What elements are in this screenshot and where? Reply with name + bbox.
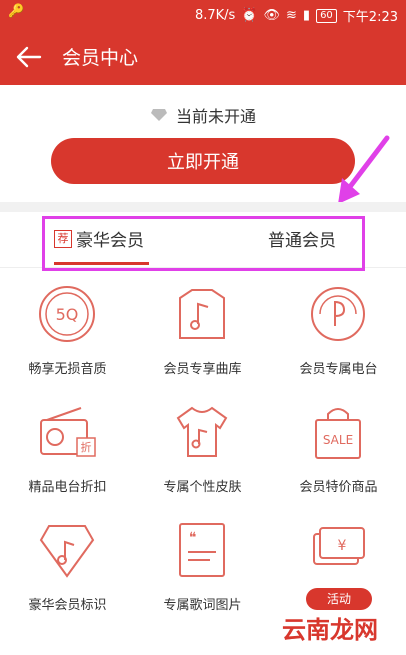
svg-text:SALE: SALE bbox=[323, 433, 353, 447]
benefit-exclusive-skin[interactable]: 专属个性皮肤 bbox=[135, 398, 270, 516]
svg-text:5Q: 5Q bbox=[56, 305, 79, 324]
watermark-text: 云南龙网 bbox=[282, 616, 378, 644]
annotation-arrow bbox=[338, 135, 390, 204]
activity-badge[interactable]: 活动 bbox=[306, 588, 372, 610]
section-divider bbox=[0, 202, 406, 212]
battery-level: 60 bbox=[316, 8, 337, 23]
svg-text:折: 折 bbox=[81, 440, 92, 454]
tab-normal-member[interactable]: 普通会员 bbox=[268, 226, 336, 251]
benefit-special-goods[interactable]: SALE 会员特价商品 bbox=[271, 398, 406, 516]
tshirt-skin-icon bbox=[176, 406, 228, 457]
tab-luxury-label: 豪华会员 bbox=[76, 231, 144, 251]
open-membership-button[interactable]: 立即开通 bbox=[51, 138, 355, 184]
key-icon: 🔑 bbox=[8, 4, 25, 19]
music-library-icon bbox=[179, 289, 225, 339]
benefit-label: 会员专属电台 bbox=[299, 362, 378, 377]
clock: 下午2:23 bbox=[342, 10, 398, 25]
tab-luxury-member[interactable]: 荐 豪华会员 bbox=[54, 226, 144, 251]
svg-text:❝: ❝ bbox=[189, 530, 197, 546]
benefit-label: 会员特价商品 bbox=[299, 480, 378, 495]
benefit-label: 畅享无损音质 bbox=[28, 362, 107, 377]
alarm-icon: ⏰ bbox=[241, 8, 258, 23]
active-tab-indicator bbox=[54, 262, 149, 265]
back-arrow-icon[interactable] bbox=[14, 42, 44, 72]
benefit-lossless-audio[interactable]: 5Q 畅享无损音质 bbox=[0, 280, 135, 398]
svg-text:¥: ¥ bbox=[338, 538, 347, 554]
lossless-quality-icon: 5Q bbox=[39, 286, 95, 342]
radio-station-icon bbox=[311, 287, 365, 341]
benefit-label: 精品电台折扣 bbox=[28, 480, 107, 495]
membership-tabs: 荐 豪华会员 普通会员 bbox=[0, 212, 406, 268]
membership-status: 当前未开通 bbox=[0, 103, 406, 127]
app-bar: 会员中心 bbox=[0, 28, 406, 85]
diamond-badge-icon bbox=[39, 525, 95, 578]
benefit-exclusive-radio[interactable]: 会员专属电台 bbox=[271, 280, 406, 398]
status-text: 当前未开通 bbox=[175, 107, 256, 126]
diamond-icon bbox=[150, 109, 167, 121]
page-title: 会员中心 bbox=[62, 47, 139, 69]
benefit-lyric-image[interactable]: ❝ 专属歌词图片 bbox=[135, 516, 270, 634]
benefit-exclusive-library[interactable]: 会员专享曲库 bbox=[135, 280, 270, 398]
signal-icon: ▮ bbox=[302, 8, 311, 23]
benefit-radio-discount[interactable]: 折 精品电台折扣 bbox=[0, 398, 135, 516]
benefit-label: 专属歌词图片 bbox=[163, 598, 242, 613]
network-speed: 8.7K/s bbox=[194, 8, 236, 23]
recommend-tag: 荐 bbox=[54, 229, 72, 248]
benefit-label: 豪华会员标识 bbox=[28, 598, 107, 613]
sale-bag-icon: SALE bbox=[315, 408, 361, 459]
radio-discount-icon: 折 bbox=[40, 407, 96, 457]
benefit-luxury-badge[interactable]: 豪华会员标识 bbox=[0, 516, 135, 634]
benefit-label: 专属个性皮肤 bbox=[163, 480, 242, 495]
lyric-card-icon: ❝ bbox=[179, 523, 225, 577]
wifi-icon: ≋ bbox=[286, 8, 297, 23]
eye-icon: 👁 bbox=[263, 8, 280, 23]
benefit-label: 会员专享曲库 bbox=[163, 362, 242, 377]
tab-normal-label: 普通会员 bbox=[268, 231, 336, 251]
coupon-icon: ¥ bbox=[313, 527, 365, 565]
status-bar: 🔑 8.7K/s ⏰ 👁 ≋ ▮ 60 下午2:23 bbox=[0, 0, 406, 28]
